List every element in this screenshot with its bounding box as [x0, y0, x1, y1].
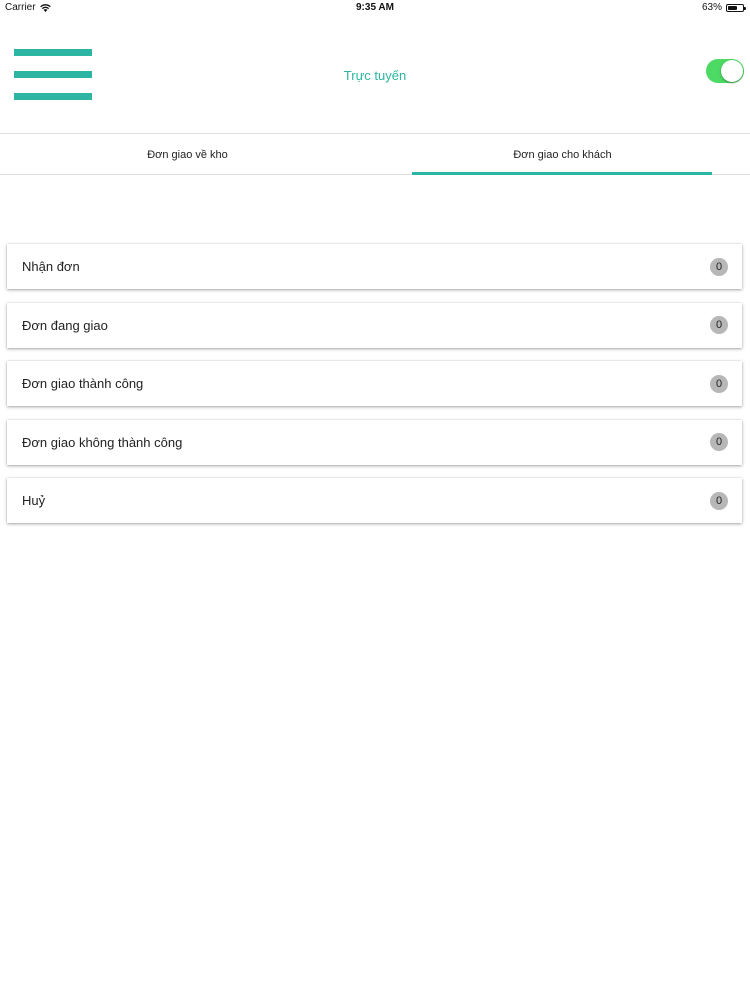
list-item-label: Đơn giao không thành công	[22, 434, 183, 450]
list-item-delivered-failed[interactable]: Đơn giao không thành công 0	[7, 419, 742, 465]
tab-deliver-to-warehouse[interactable]: Đơn giao về kho	[0, 135, 375, 175]
tab-bar: Đơn giao về kho Đơn giao cho khách	[0, 135, 750, 175]
battery-icon	[726, 3, 746, 12]
page-title: Trực tuyến	[343, 68, 407, 83]
battery-percentage: 63%	[701, 2, 722, 13]
count-badge: 0	[710, 491, 728, 510]
order-status-list: Nhận đơn 0 Đơn đang giao 0 Đơn giao thàn…	[7, 244, 742, 537]
battery-fill	[728, 5, 737, 10]
app-header: Trực tuyến	[0, 16, 750, 134]
online-toggle[interactable]	[706, 59, 744, 83]
count-badge: 0	[710, 257, 728, 276]
list-item-label: Nhận đơn	[22, 259, 80, 274]
list-item-label: Đơn giao thành công	[22, 376, 144, 391]
list-item-label: Đơn đang giao	[22, 317, 108, 333]
list-item-cancelled[interactable]: Huỷ 0	[7, 478, 742, 523]
status-bar-time: 9:35 AM	[356, 2, 394, 13]
status-bar: Carrier 9:35 AM 63%	[0, 0, 750, 16]
list-item-label: Huỷ	[22, 493, 46, 508]
list-item-received[interactable]: Nhận đơn 0	[7, 244, 742, 289]
count-badge: 0	[710, 374, 728, 393]
count-badge: 0	[710, 433, 728, 451]
count-badge: 0	[710, 316, 728, 334]
list-item-delivered-success[interactable]: Đơn giao thành công 0	[7, 361, 742, 406]
list-item-delivering[interactable]: Đơn đang giao 0	[7, 302, 742, 348]
toggle-knob	[721, 60, 743, 82]
tab-selected-indicator	[412, 172, 712, 175]
status-bar-right: 63%	[701, 2, 746, 13]
tab-deliver-to-customer[interactable]: Đơn giao cho khách	[375, 135, 750, 175]
